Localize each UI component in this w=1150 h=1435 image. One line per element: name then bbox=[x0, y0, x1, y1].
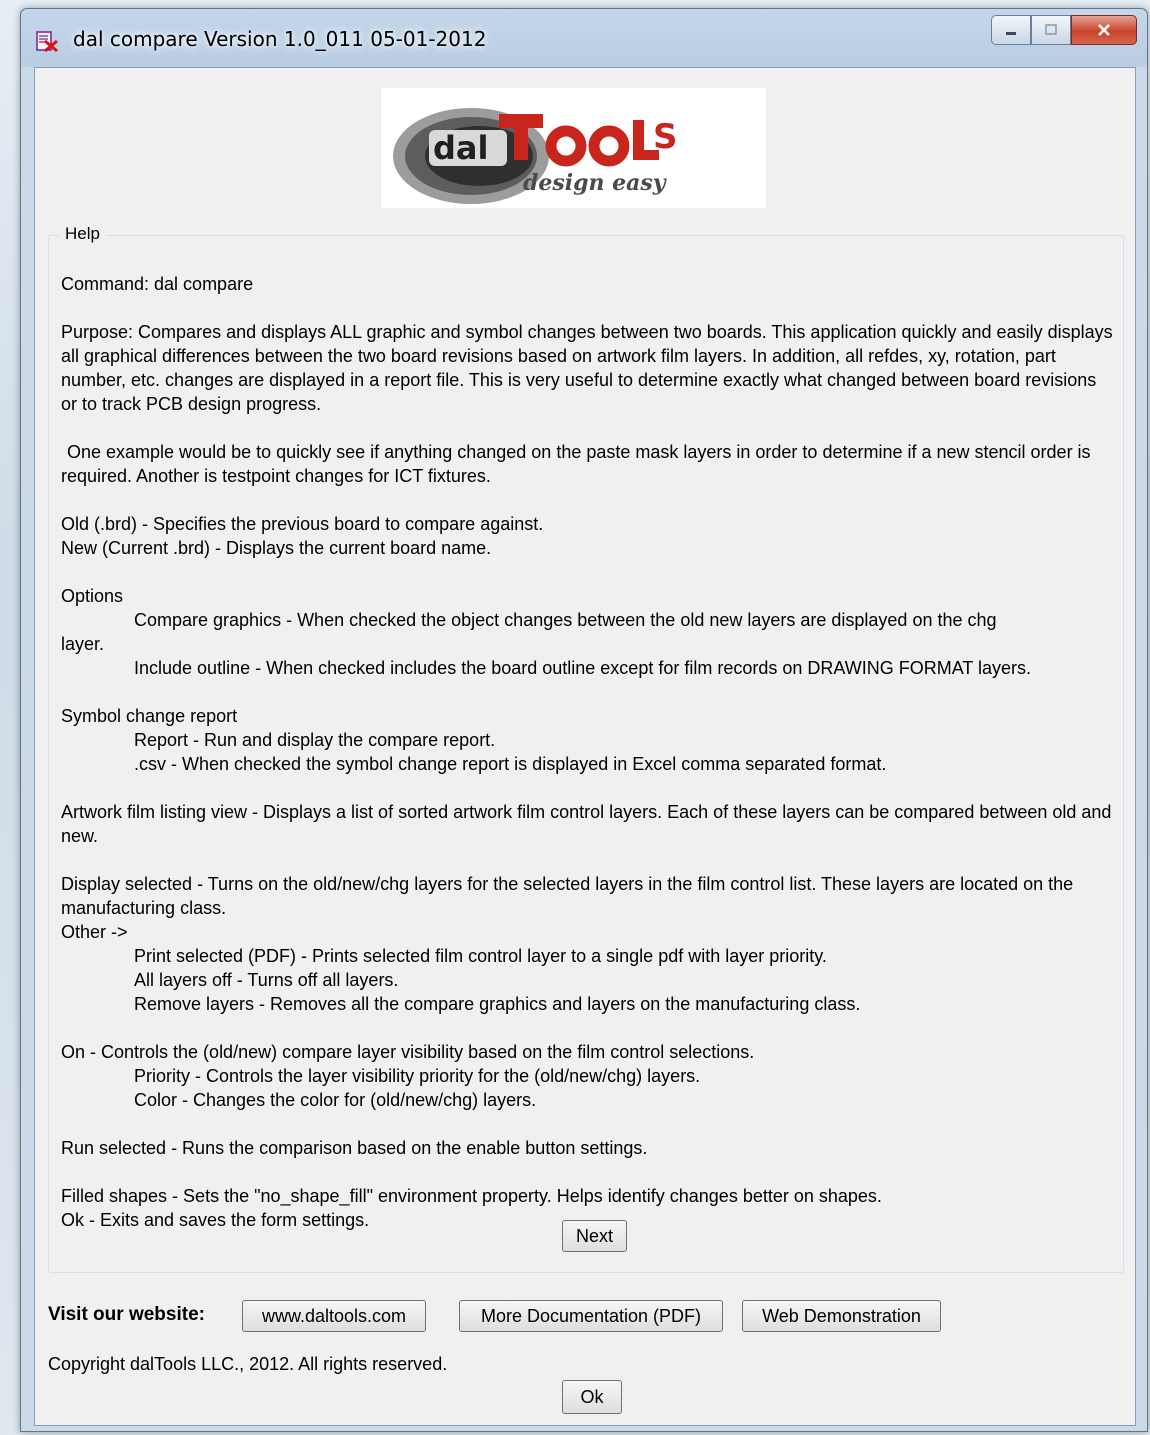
help-new-line: New (Current .brd) - Displays the curren… bbox=[61, 538, 492, 558]
close-button[interactable] bbox=[1071, 15, 1137, 45]
help-other-remove: Remove layers - Removes all the compare … bbox=[134, 994, 861, 1014]
help-run-selected: Run selected - Runs the comparison based… bbox=[61, 1138, 648, 1158]
help-command: Command: dal compare bbox=[61, 274, 254, 294]
window-title: dal compare Version 1.0_011 05-01-2012 bbox=[73, 27, 487, 51]
help-example: One example would be to quickly see if a… bbox=[61, 442, 1091, 486]
svg-text:dal: dal bbox=[433, 129, 488, 167]
help-options-include-outline: Include outline - When checked includes … bbox=[134, 658, 1032, 678]
help-options-compare-graphics: Compare graphics - When checked the obje… bbox=[134, 610, 997, 630]
dal-compare-window: dal compare Version 1.0_011 05-01-2012 d… bbox=[20, 8, 1148, 1432]
help-old-new: Old (.brd) - Specifies the previous boar… bbox=[61, 512, 1113, 560]
help-on-priority: Priority - Controls the layer visibility… bbox=[134, 1066, 701, 1086]
help-options-compare-graphics-wrap: layer. bbox=[61, 634, 105, 654]
help-on-line: On - Controls the (old/new) compare laye… bbox=[61, 1042, 755, 1062]
ok-button[interactable]: Ok bbox=[562, 1380, 622, 1414]
daltools-logo: dal S design easy bbox=[381, 88, 766, 208]
help-group-label: Help bbox=[59, 224, 106, 244]
help-old-line: Old (.brd) - Specifies the previous boar… bbox=[61, 514, 544, 534]
help-other-all-off: All layers off - Turns off all layers. bbox=[134, 970, 399, 990]
more-documentation-button[interactable]: More Documentation (PDF) bbox=[459, 1300, 723, 1332]
window-controls bbox=[991, 15, 1137, 45]
maximize-button[interactable] bbox=[1031, 15, 1071, 45]
website-button[interactable]: www.daltools.com bbox=[242, 1300, 426, 1332]
help-symbol-heading: Symbol change report bbox=[61, 706, 238, 726]
web-demonstration-button[interactable]: Web Demonstration bbox=[742, 1300, 941, 1332]
logo-tagline: design easy bbox=[523, 170, 668, 196]
help-ok-line: Ok - Exits and saves the form settings. bbox=[61, 1210, 370, 1230]
logo-graphic: dal S design easy bbox=[393, 108, 678, 204]
client-area: dal S design easy Help Command: dal comp… bbox=[34, 67, 1136, 1426]
app-icon bbox=[36, 31, 58, 53]
close-icon bbox=[1098, 24, 1110, 36]
help-display-selected: Display selected - Turns on the old/new/… bbox=[61, 874, 1074, 918]
help-display-selected-block: Display selected - Turns on the old/new/… bbox=[61, 872, 1113, 1016]
minimize-icon bbox=[1006, 32, 1016, 35]
help-symbol-report: Symbol change report Report - Run and di… bbox=[61, 704, 1113, 776]
help-on-color: Color - Changes the color for (old/new/c… bbox=[134, 1090, 537, 1110]
help-options-heading: Options bbox=[61, 586, 124, 606]
visit-website-label: Visit our website: bbox=[48, 1304, 205, 1325]
copyright-text: Copyright dalTools LLC., 2012. All right… bbox=[48, 1354, 448, 1374]
help-artwork: Artwork film listing view - Displays a l… bbox=[61, 802, 1112, 846]
minimize-button[interactable] bbox=[991, 15, 1031, 45]
help-options: Options Compare graphics - When checked … bbox=[61, 584, 1113, 680]
help-other-heading: Other -> bbox=[61, 922, 128, 942]
svg-text:S: S bbox=[653, 117, 678, 157]
help-symbol-csv: .csv - When checked the symbol change re… bbox=[134, 754, 887, 774]
maximize-icon bbox=[1045, 24, 1057, 35]
title-bar[interactable]: dal compare Version 1.0_011 05-01-2012 bbox=[21, 9, 1147, 67]
help-filled-shapes: Filled shapes - Sets the "no_shape_fill"… bbox=[61, 1186, 882, 1206]
next-button[interactable]: Next bbox=[562, 1220, 627, 1252]
help-purpose: Purpose: Compares and displays ALL graph… bbox=[61, 322, 1113, 414]
help-on-block: On - Controls the (old/new) compare laye… bbox=[61, 1040, 1113, 1112]
help-other-print: Print selected (PDF) - Prints selected f… bbox=[134, 946, 827, 966]
help-text: Command: dal compare Purpose: Compares a… bbox=[61, 272, 1113, 1232]
help-symbol-report-line: Report - Run and display the compare rep… bbox=[134, 730, 496, 750]
help-group-box: Help Command: dal compare Purpose: Compa… bbox=[48, 224, 1124, 1273]
